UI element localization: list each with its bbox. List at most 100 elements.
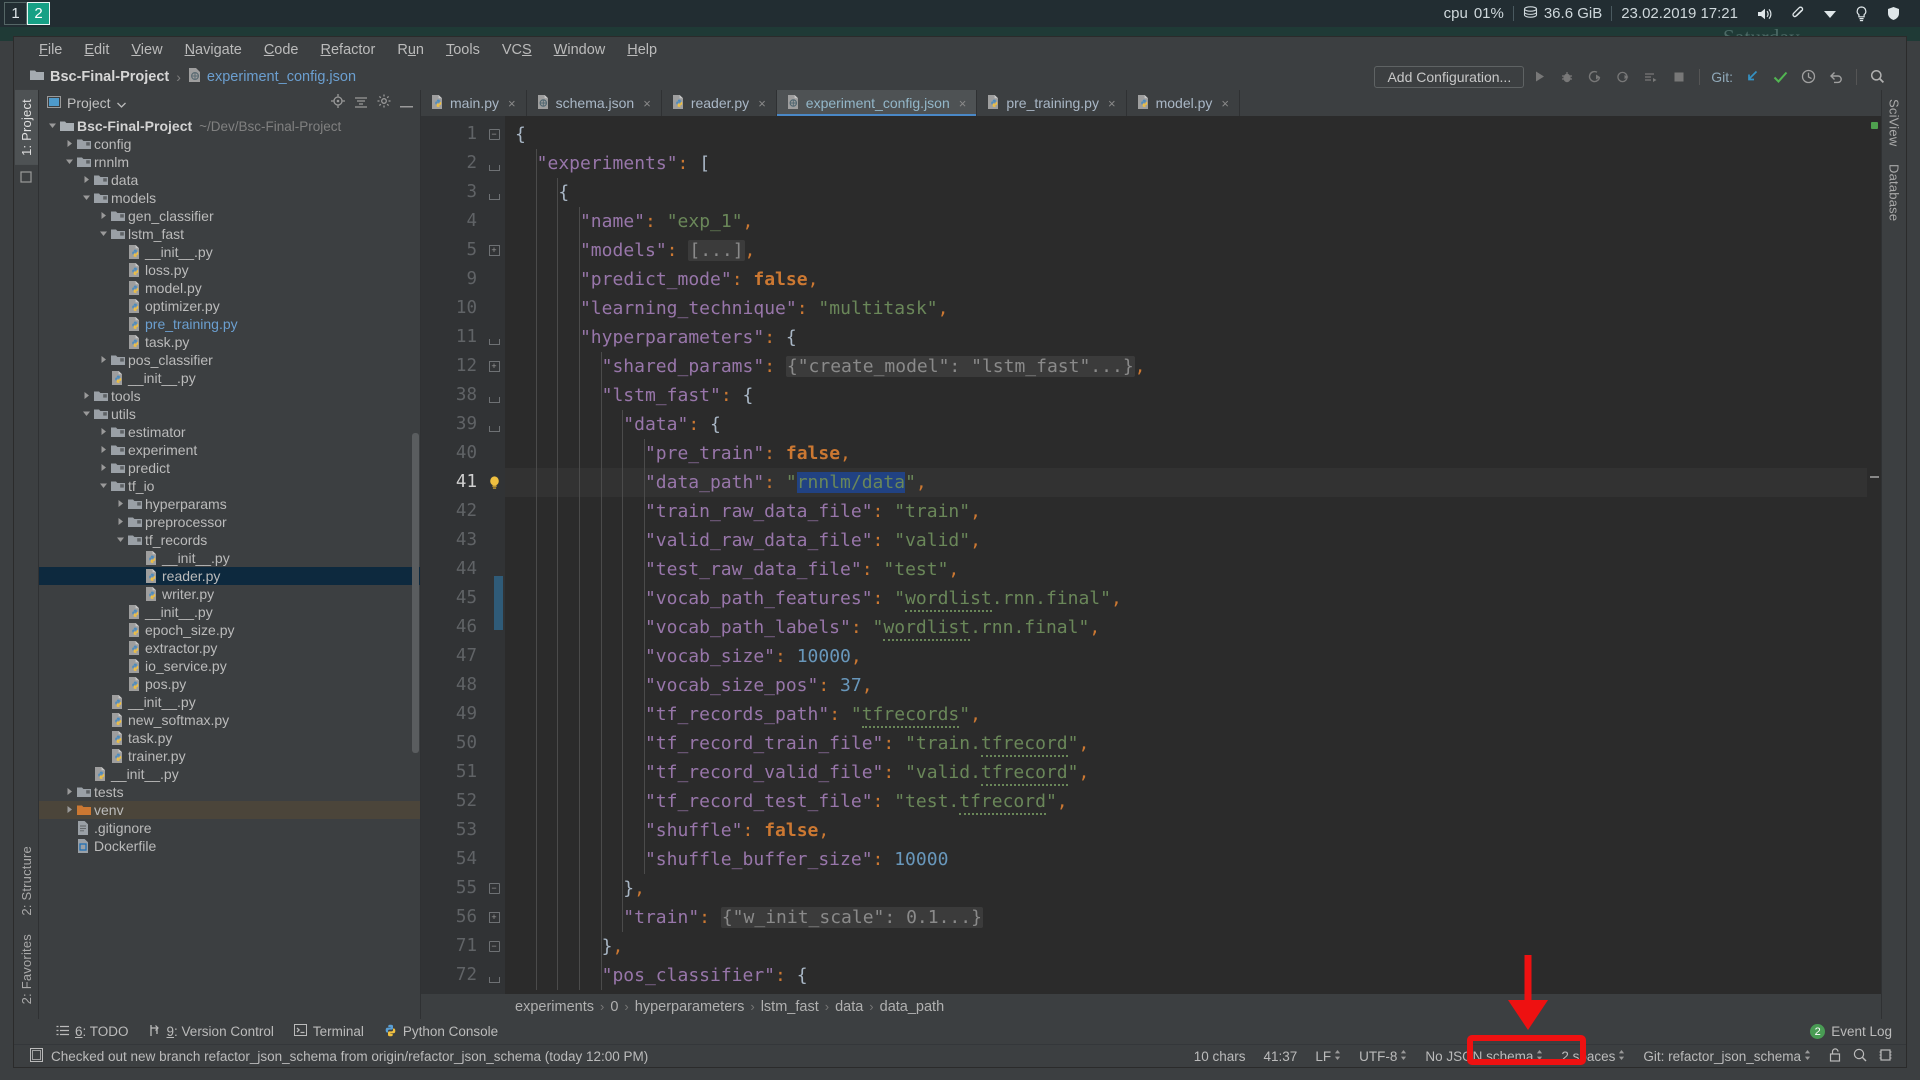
menu-code[interactable]: Code (253, 40, 310, 60)
tree-expand-arrow[interactable] (47, 121, 58, 132)
tree-item-predict[interactable]: predict (39, 459, 420, 477)
tree-expand-arrow[interactable] (98, 445, 109, 456)
run-icon[interactable] (1526, 66, 1552, 88)
code-line[interactable]: "name": "exp_1", (505, 207, 1867, 236)
tree-item-lstm-fast[interactable]: lstm_fast (39, 225, 420, 243)
tree-item-loss-py[interactable]: loss.py (39, 261, 420, 279)
tool-window-todo[interactable]: 6: TODO (56, 1024, 129, 1039)
status-item-utf-8[interactable]: UTF-8 (1359, 1049, 1407, 1064)
menu-vcs[interactable]: VCS (491, 40, 543, 60)
tree-item-dockerfile[interactable]: Dockerfile (39, 837, 420, 855)
tab-pre-training-py[interactable]: pre_training.py × (977, 90, 1127, 116)
menu-help[interactable]: Help (616, 40, 668, 60)
menu-edit[interactable]: Edit (73, 40, 120, 60)
tab-experiment-config-json[interactable]: experiment_config.json × (776, 90, 978, 116)
breadcrumb-item[interactable]: data (829, 999, 869, 1015)
code-line[interactable]: "shuffle_buffer_size": 10000 (505, 845, 1867, 874)
tree-expand-arrow[interactable] (98, 427, 109, 438)
tree-expand-arrow[interactable] (98, 355, 109, 366)
inspections-icon[interactable] (1853, 1048, 1867, 1065)
menu-run[interactable]: Run (386, 40, 435, 60)
hide-icon[interactable] (400, 95, 414, 111)
breadcrumb-item[interactable]: hyperparameters (629, 999, 751, 1015)
tree-item-rnnlm[interactable]: rnnlm (39, 153, 420, 171)
tree-item-data[interactable]: data (39, 171, 420, 189)
fold-region-icon[interactable] (483, 149, 505, 178)
tree-item-venv[interactable]: venv (39, 801, 420, 819)
fold-collapse-icon[interactable]: − (483, 932, 505, 961)
workspace-switcher[interactable]: 1 2 (0, 2, 50, 25)
editor-right-gutter[interactable] (1867, 116, 1881, 994)
update-project-icon[interactable] (1739, 66, 1765, 88)
menu-navigate[interactable]: Navigate (174, 40, 253, 60)
tree-item-gitignore[interactable]: .gitignore (39, 819, 420, 837)
tree-item-pos-classifier[interactable]: pos_classifier (39, 351, 420, 369)
code-line[interactable]: "train_raw_data_file": "train", (505, 497, 1867, 526)
tree-item-pre-training-py[interactable]: pre_training.py (39, 315, 420, 333)
tree-item-pos-py[interactable]: pos.py (39, 675, 420, 693)
tree-expand-arrow[interactable] (64, 787, 75, 798)
code-line[interactable]: "train": {"w_init_scale": 0.1...} (505, 903, 1867, 932)
tree-expand-arrow[interactable] (98, 481, 109, 492)
menu-view[interactable]: View (120, 40, 173, 60)
updown-arrow-icon[interactable] (1804, 1049, 1811, 1064)
tree-expand-arrow[interactable] (64, 157, 75, 168)
code-line[interactable]: "tf_record_valid_file": "valid.tfrecord"… (505, 758, 1867, 787)
status-item-2-spaces[interactable]: 2 spaces (1561, 1049, 1625, 1064)
tree-item-reader-py[interactable]: reader.py (39, 567, 420, 585)
sidebar-item-sciview[interactable]: SciView (1883, 90, 1906, 155)
tree-item-utils[interactable]: utils (39, 405, 420, 423)
tree-item-config[interactable]: config (39, 135, 420, 153)
tree-item-task-py[interactable]: task.py (39, 729, 420, 747)
tree-item-tools[interactable]: tools (39, 387, 420, 405)
project-tree[interactable]: Bsc-Final-Project ~/Dev/Bsc-Final-Project… (39, 115, 420, 1019)
add-configuration-button[interactable]: Add Configuration... (1374, 65, 1525, 88)
tree-item-init-py[interactable]: __init__.py (39, 549, 420, 567)
tree-expand-arrow[interactable] (115, 499, 126, 510)
status-item-41-37[interactable]: 41:37 (1264, 1049, 1298, 1064)
tree-item-estimator[interactable]: estimator (39, 423, 420, 441)
menu-window[interactable]: Window (543, 40, 617, 60)
intention-bulb-icon[interactable] (483, 468, 505, 497)
code-line[interactable]: "pre_train": false, (505, 439, 1867, 468)
breadcrumb-item[interactable]: experiments (509, 999, 600, 1015)
tree-item-trainer-py[interactable]: trainer.py (39, 747, 420, 765)
tree-item-models[interactable]: models (39, 189, 420, 207)
close-icon[interactable]: × (505, 96, 516, 111)
status-item-10-chars[interactable]: 10 chars (1194, 1049, 1246, 1064)
fold-region-icon[interactable] (483, 178, 505, 207)
tree-item-init-py[interactable]: __init__.py (39, 243, 420, 261)
fold-region-icon[interactable] (483, 410, 505, 439)
tree-item-hyperparams[interactable]: hyperparams (39, 495, 420, 513)
code-line[interactable]: "predict_mode": false, (505, 265, 1867, 294)
code-line[interactable]: "shuffle": false, (505, 816, 1867, 845)
volume-icon[interactable] (1747, 7, 1782, 21)
tree-item-tests[interactable]: tests (39, 783, 420, 801)
fold-expand-icon[interactable]: + (483, 903, 505, 932)
memory-indicator-icon[interactable] (1879, 1048, 1892, 1065)
code-line[interactable]: "tf_records_path": "tfrecords", (505, 700, 1867, 729)
tree-expand-arrow[interactable] (115, 535, 126, 546)
tree-expand-arrow[interactable] (64, 805, 75, 816)
code-line[interactable]: "vocab_size": 10000, (505, 642, 1867, 671)
debug-icon[interactable] (1554, 66, 1580, 88)
fold-region-icon[interactable] (483, 323, 505, 352)
code-line[interactable]: "vocab_path_features": "wordlist.rnn.fin… (505, 584, 1867, 613)
tree-item-optimizer-py[interactable]: optimizer.py (39, 297, 420, 315)
run-with-args-icon[interactable] (1638, 66, 1664, 88)
tree-item-epoch-size-py[interactable]: epoch_size.py (39, 621, 420, 639)
tree-item-bsc-final-project[interactable]: Bsc-Final-Project ~/Dev/Bsc-Final-Project (39, 117, 420, 135)
history-icon[interactable] (1795, 66, 1821, 88)
tool-window-python-console[interactable]: Python Console (384, 1024, 498, 1040)
tree-expand-arrow[interactable] (98, 229, 109, 240)
fold-collapse-icon[interactable]: − (483, 120, 505, 149)
code-line[interactable]: "vocab_path_labels": "wordlist.rnn.final… (505, 613, 1867, 642)
tab-schema-json[interactable]: schema.json × (527, 90, 662, 116)
fold-expand-icon[interactable]: + (483, 236, 505, 265)
tree-item-tf-io[interactable]: tf_io (39, 477, 420, 495)
workspace-button-1[interactable]: 1 (4, 2, 27, 25)
stop-icon[interactable] (1666, 66, 1692, 88)
code-line[interactable]: "data": { (505, 410, 1867, 439)
close-icon[interactable]: × (1105, 96, 1116, 111)
clipboard-icon[interactable] (1782, 6, 1814, 22)
